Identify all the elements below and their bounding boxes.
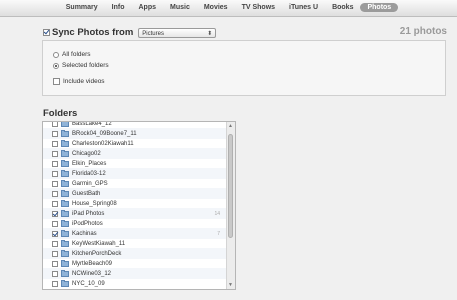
include-videos-option[interactable]: Include videos	[53, 78, 105, 85]
folder-checkbox[interactable]	[52, 170, 58, 177]
folder-checkbox[interactable]	[52, 140, 58, 147]
folder-checkbox[interactable]	[52, 220, 58, 227]
folder-icon	[61, 179, 69, 187]
folder-name: KeyWestKiawah_11	[72, 240, 126, 247]
folder-icon	[61, 169, 69, 177]
folder-name: BassLake4_12	[72, 121, 112, 127]
tab-info[interactable]: Info	[105, 3, 132, 12]
folders-list[interactable]: BassLake4_12 BRock04_09Boone7_11 Charlesto…	[42, 121, 236, 290]
photo-source-select[interactable]: Pictures ⬍	[138, 27, 217, 38]
folder-icon	[61, 159, 69, 167]
tab-summary[interactable]: Summary	[59, 3, 105, 12]
folder-name: Chicago02	[72, 150, 101, 157]
folder-icon	[61, 149, 69, 157]
folder-name: House_Spring08	[72, 200, 117, 207]
scroll-up-icon[interactable]: ▲	[228, 123, 233, 129]
folder-icon	[61, 269, 69, 277]
folder-icon	[61, 249, 69, 257]
folders-heading: Folders	[43, 108, 78, 119]
folder-icon	[61, 129, 69, 137]
tab-music[interactable]: Music	[163, 3, 197, 12]
sync-options-panel: All folders Selected folders Include vid…	[42, 40, 446, 96]
tab-bar: Summary Info Apps Music Movies TV Shows …	[0, 0, 457, 17]
folder-name: NCWine03_12	[72, 270, 112, 277]
folder-name: Garmin_GPS	[72, 180, 108, 187]
folder-name: iPad Photos	[72, 210, 105, 217]
updown-arrow-icon: ⬍	[207, 30, 213, 37]
folder-photo-count: 7	[217, 230, 220, 237]
folder-icon	[61, 122, 69, 127]
folder-name: Charleston02Kiawah11	[72, 140, 134, 147]
folder-checkbox[interactable]	[52, 250, 58, 257]
folder-icon	[61, 219, 69, 227]
photo-source-value: Pictures	[142, 30, 164, 37]
sync-photos-checkbox[interactable]	[43, 29, 50, 36]
folder-checkbox[interactable]	[52, 190, 58, 197]
tab-movies[interactable]: Movies	[197, 3, 235, 12]
folder-checkbox[interactable]	[52, 210, 58, 217]
scroll-down-icon[interactable]: ▼	[228, 282, 233, 288]
folder-icon	[61, 209, 69, 217]
folder-checkbox[interactable]	[52, 200, 58, 207]
folder-photo-count: 14	[214, 210, 220, 217]
folder-name: NYC_10_09	[72, 280, 105, 287]
folder-icon	[61, 259, 69, 267]
folder-name: Kachinas	[72, 230, 97, 237]
folder-icon	[61, 139, 69, 147]
folder-checkbox[interactable]	[52, 130, 58, 137]
scroll-thumb[interactable]	[228, 134, 233, 238]
folder-checkbox[interactable]	[52, 150, 58, 157]
folder-icon	[61, 199, 69, 207]
folder-row[interactable]: NYC_10_09	[43, 278, 228, 289]
folder-icon	[61, 279, 69, 287]
tab-photos[interactable]: Photos	[360, 3, 399, 12]
folder-name: MyrtleBeach09	[72, 260, 113, 267]
folders-scrollbar[interactable]: ▲ ▼	[226, 122, 235, 289]
selected-folders-option[interactable]: Selected folders	[53, 62, 109, 69]
tab-apps[interactable]: Apps	[132, 3, 164, 12]
selected-folders-label: Selected folders	[62, 62, 109, 69]
all-folders-radio[interactable]	[53, 51, 59, 58]
folder-name: GuestBath	[72, 190, 101, 197]
folder-checkbox[interactable]	[52, 122, 58, 127]
sync-photos-label: Sync Photos from	[52, 27, 134, 38]
all-folders-label: All folders	[62, 51, 91, 58]
photo-count: 21 photos	[399, 26, 447, 37]
folder-name: Elkin_Places	[72, 160, 107, 167]
all-folders-option[interactable]: All folders	[53, 51, 91, 58]
folder-icon	[61, 229, 69, 237]
folder-checkbox[interactable]	[52, 240, 58, 247]
folder-checkbox[interactable]	[52, 180, 58, 187]
sync-photos-row: Sync Photos from Pictures ⬍	[43, 27, 217, 38]
tab-books[interactable]: Books	[325, 3, 360, 12]
folder-name: KitchenPorchDeck	[72, 250, 122, 257]
folder-name: Florida03-12	[72, 170, 106, 177]
tab-itunes-u[interactable]: iTunes U	[282, 3, 325, 12]
folder-name: BRock04_09Boone7_11	[72, 130, 137, 137]
folder-icon	[61, 189, 69, 197]
folder-checkbox[interactable]	[52, 260, 58, 267]
folder-checkbox[interactable]	[52, 230, 58, 237]
folder-name: iPodPhotos	[72, 220, 103, 227]
folder-icon	[61, 239, 69, 247]
selected-folders-radio[interactable]	[53, 62, 59, 69]
folder-checkbox[interactable]	[52, 280, 58, 287]
include-videos-label: Include videos	[63, 78, 105, 85]
tab-tv-shows[interactable]: TV Shows	[235, 3, 282, 12]
include-videos-checkbox[interactable]	[53, 78, 60, 85]
folder-checkbox[interactable]	[52, 160, 58, 167]
tab-list: Summary Info Apps Music Movies TV Shows …	[0, 3, 457, 12]
folder-checkbox[interactable]	[52, 270, 58, 277]
